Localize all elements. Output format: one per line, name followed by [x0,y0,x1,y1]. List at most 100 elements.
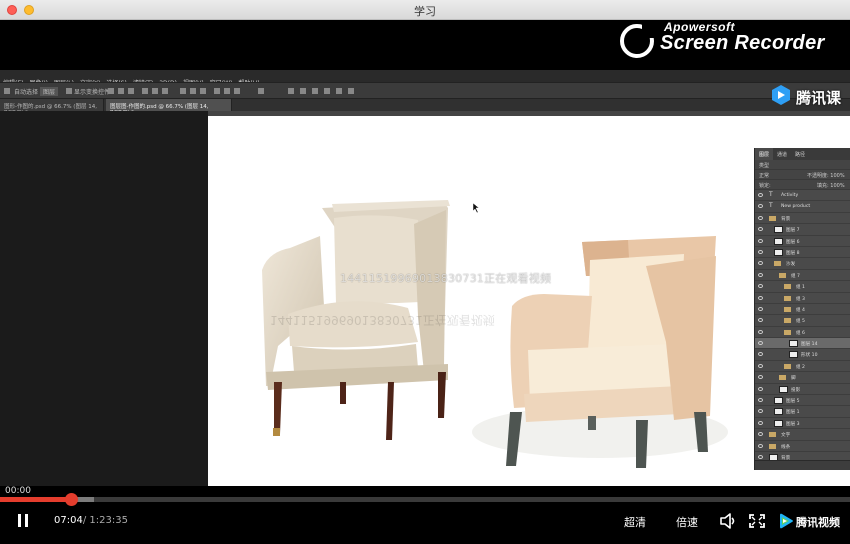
visibility-eye-icon[interactable] [758,227,763,232]
visibility-eye-icon[interactable] [758,363,763,368]
layer-name: 文字 [781,433,791,439]
tab-channels[interactable]: 通道 [773,148,791,160]
layer-row[interactable]: 沙发 [755,258,850,270]
layer-row[interactable]: 组 1 [755,281,850,293]
visibility-eye-icon[interactable] [758,375,763,380]
visibility-eye-icon[interactable] [758,454,763,459]
visibility-eye-icon[interactable] [758,420,763,425]
screen-recorder-watermark: Apowersoft Screen Recorder [620,20,845,66]
quality-button[interactable]: 超清 [624,514,646,530]
total-time: / 1:23:35 [82,515,128,526]
layer-row[interactable]: 组 7 [755,269,850,282]
layer-name: 组 4 [796,307,805,313]
layer-thumbnail [774,226,783,234]
layer-row[interactable]: 背景 [755,212,850,225]
layer-row[interactable]: 线条 [755,440,850,452]
layer-row[interactable]: 图层 5 [755,395,850,407]
visibility-eye-icon[interactable] [758,398,763,403]
viewer-watermark: 14411519969013830731正在观看视频 [340,272,552,285]
align-center-icon [152,88,158,94]
visibility-eye-icon[interactable] [758,443,763,448]
layer-name: 图层 6 [786,239,800,245]
layer-row[interactable]: 图层 1 [755,406,850,418]
layer-name: 图层 8 [786,250,800,256]
viewer-watermark-mirror: 14411519969013830731正在观看视频 [270,313,495,327]
visibility-eye-icon[interactable] [758,306,763,311]
blend-mode-select[interactable]: 正常 [759,172,769,179]
folder-icon [784,306,791,312]
align-left-icon [142,88,148,94]
visibility-eye-icon[interactable] [758,318,763,323]
progress-handle[interactable] [65,493,79,506]
visibility-eye-icon[interactable] [758,329,763,334]
visibility-eye-icon[interactable] [758,284,763,289]
layer-name: 图层 7 [786,228,800,234]
layer-row[interactable]: 组 6 [755,326,850,339]
folder-icon [779,375,786,381]
layer-row[interactable]: 组 3 [755,292,850,304]
layer-row[interactable]: 图层 6 [755,235,850,247]
layer-row[interactable]: 图层 14 [755,338,850,350]
lock-row[interactable]: 锁定: 填充: 100% [755,180,850,190]
fill-field[interactable]: 填充: 100% [817,182,845,189]
document-tab[interactable]: 图形-作图的.psd @ 66.7% (图层 14, RGB/8) * [0,99,104,116]
layer-row[interactable]: T Activity [755,190,850,202]
layer-name: 组 1 [796,285,805,291]
layer-row[interactable]: 投影 [755,383,850,396]
layer-name: 形状 10 [801,353,818,359]
layer-row[interactable]: 文字 [755,429,850,441]
layer-row[interactable]: 组 2 [755,360,850,373]
layer-row[interactable]: 图层 3 [755,417,850,430]
layer-row[interactable]: 脚 [755,372,850,384]
folder-icon [769,443,776,449]
layer-row[interactable]: 组 4 [755,303,850,316]
auto-align-icon [258,88,264,94]
opacity-field[interactable]: 不透明度: 100% [807,172,845,179]
folder-icon [774,261,781,267]
progress-bar[interactable] [0,493,850,506]
visibility-eye-icon[interactable] [758,249,763,254]
visibility-eye-icon[interactable] [758,238,763,243]
visibility-eye-icon[interactable] [758,409,763,414]
layer-row[interactable]: 图层 7 [755,224,850,236]
tab-paths[interactable]: 路径 [791,148,809,160]
visibility-eye-icon[interactable] [758,204,763,209]
ps-document-tabs: 图形-作图的.psd @ 66.7% (图层 14, RGB/8) * 图层图-… [0,99,850,116]
video-frame[interactable]: 编辑(E)图像(I)图层(L)文字(Y)选择(S)滤镜(T)3D(D)视图(V)… [0,20,850,486]
distribute-icon [200,88,206,94]
player-controls: 00:00 07:04/ 1:23:35 超清 倍速 腾讯视频 [0,486,850,544]
visibility-eye-icon[interactable] [758,272,763,277]
pause-icon [25,514,28,527]
pause-button[interactable] [15,513,33,529]
layer-row[interactable]: 形状 10 [755,349,850,361]
layers-panel-tabs: 图层 通道 路径 [755,148,850,160]
document-tab-active[interactable]: 图层图-作图的.psd @ 66.7% (图层 14, RGB/8) * [106,99,232,116]
visibility-eye-icon[interactable] [758,386,763,391]
text-layer-icon: T [769,202,773,210]
3d-roll-icon [312,88,318,94]
fullscreen-icon[interactable] [748,513,766,529]
tab-layers[interactable]: 图层 [755,148,774,160]
layer-row[interactable]: 组 5 [755,315,850,327]
volume-icon[interactable] [719,513,737,529]
3d-rotate-icon [300,88,306,94]
layer-row[interactable]: T New product [755,201,850,213]
align-bottom-icon [128,88,134,94]
checkbox-icon [66,88,72,94]
current-time: 07:04 [54,515,83,526]
layer-name: 组 3 [796,296,805,302]
move-tool-icon [4,88,10,94]
layers-panel: 图层 通道 路径 类型 正常 不透明度: 100% 锁定: 填充: 100% T… [754,148,850,470]
visibility-eye-icon[interactable] [758,215,763,220]
visibility-eye-icon[interactable] [758,295,763,300]
visibility-eye-icon[interactable] [758,432,763,437]
layer-row[interactable]: 图层 8 [755,246,850,259]
visibility-eye-icon[interactable] [758,261,763,266]
blend-mode-row[interactable]: 正常 不透明度: 100% [755,170,850,180]
layer-filter-row[interactable]: 类型 [755,160,850,170]
visibility-eye-icon[interactable] [758,193,763,197]
visibility-eye-icon[interactable] [758,341,763,346]
visibility-eye-icon[interactable] [758,352,763,357]
speed-button[interactable]: 倍速 [676,514,698,530]
layer-name: 背景 [781,216,791,222]
